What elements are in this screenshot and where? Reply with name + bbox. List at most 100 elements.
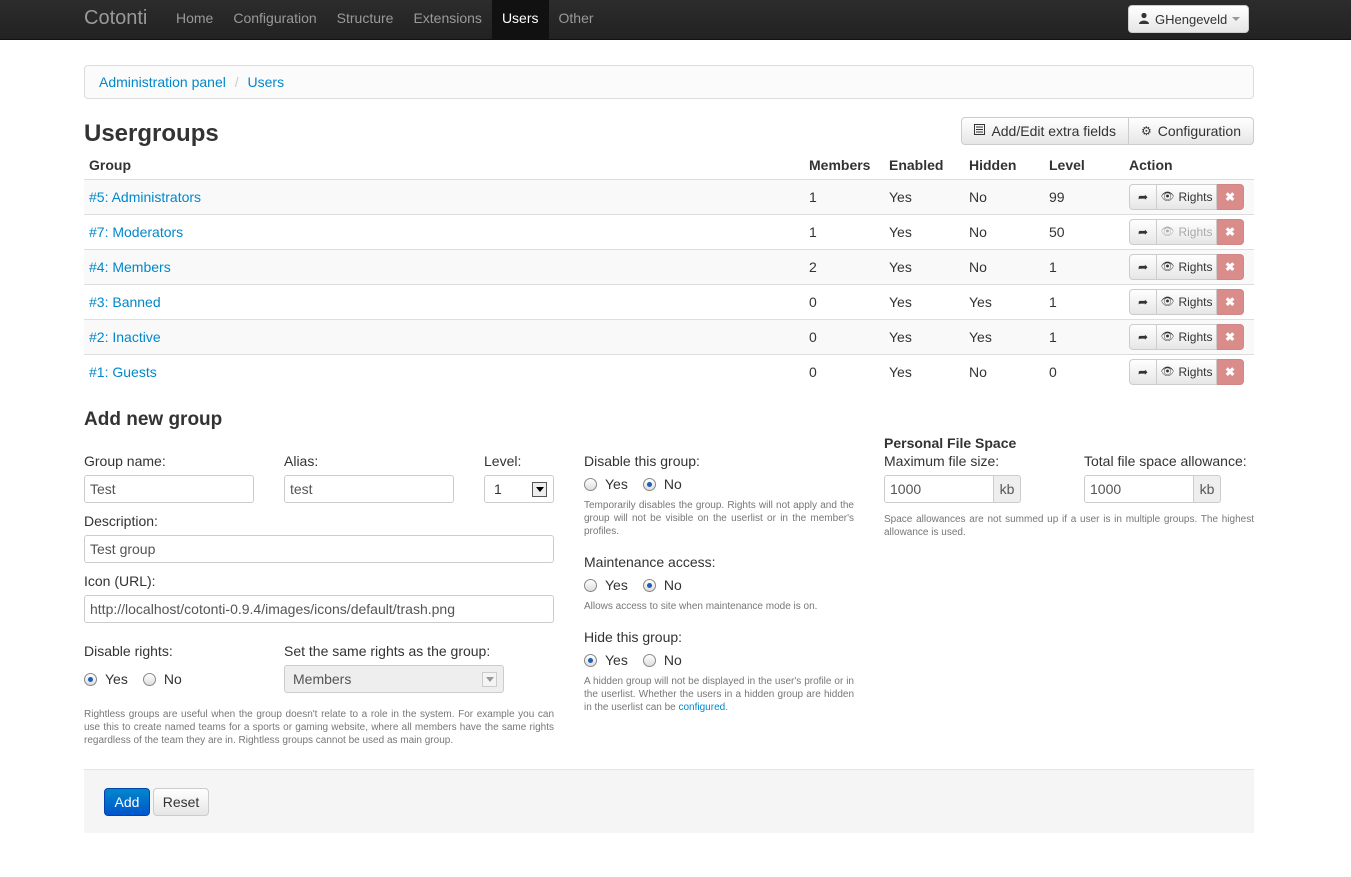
maintenance-yes-label: Yes bbox=[605, 577, 628, 593]
top-navbar: Cotonti Home Configuration Structure Ext… bbox=[0, 0, 1351, 40]
delete-button[interactable]: ✖ bbox=[1217, 253, 1244, 280]
maintenance-yes-radio[interactable] bbox=[584, 578, 597, 592]
rights-button-disabled: 👁 Rights bbox=[1157, 218, 1217, 245]
icon-url-label: Icon (URL): bbox=[84, 573, 156, 589]
level-value: 1 bbox=[1044, 283, 1124, 319]
nav-users[interactable]: Users bbox=[491, 0, 549, 40]
group-link[interactable]: #2: Inactive bbox=[89, 329, 161, 345]
description-input[interactable]: Test group bbox=[84, 535, 554, 563]
delete-button[interactable]: ✖ bbox=[1217, 323, 1244, 350]
delete-button[interactable]: ✖ bbox=[1217, 183, 1244, 210]
disable-group-yes-radio[interactable] bbox=[584, 477, 597, 491]
hide-group-no-label: No bbox=[663, 652, 682, 668]
rights-label: Rights bbox=[1178, 329, 1213, 344]
disable-group-no-radio[interactable] bbox=[642, 477, 656, 491]
breadcrumb-users[interactable]: Users bbox=[248, 74, 285, 90]
nav-other[interactable]: Other bbox=[549, 0, 604, 40]
group-link[interactable]: #1: Guests bbox=[89, 364, 157, 380]
icon-url-input[interactable]: http://localhost/cotonti-0.9.4/images/ic… bbox=[84, 595, 554, 623]
members-count: 0 bbox=[804, 353, 884, 389]
rights-button[interactable]: 👁 Rights bbox=[1157, 288, 1217, 315]
rights-label: Rights bbox=[1178, 364, 1213, 379]
hidden-value: No bbox=[964, 213, 1044, 249]
hide-group-yes-radio[interactable] bbox=[584, 653, 597, 667]
share-arrow-icon: ➦ bbox=[1137, 364, 1149, 379]
row-actions: ➦ 👁 Rights ✖ bbox=[1129, 218, 1249, 245]
brand-logo[interactable]: Cotonti bbox=[84, 7, 147, 30]
configuration-button[interactable]: ⚙ Configuration bbox=[1128, 117, 1254, 145]
rights-button[interactable]: 👁 Rights bbox=[1157, 358, 1217, 385]
eye-icon: 👁 bbox=[1160, 296, 1175, 308]
rights-button[interactable]: 👁 Rights bbox=[1157, 253, 1217, 280]
eye-icon: 👁 bbox=[1160, 226, 1175, 238]
disable-rights-yes-radio[interactable] bbox=[84, 672, 97, 686]
row-actions: ➦ 👁 Rights ✖ bbox=[1129, 253, 1249, 280]
breadcrumb-separator: / bbox=[234, 74, 239, 90]
delete-button[interactable]: ✖ bbox=[1217, 218, 1244, 245]
open-group-button[interactable]: ➦ bbox=[1129, 358, 1157, 385]
close-icon: ✖ bbox=[1224, 224, 1236, 239]
group-name-input[interactable]: Test bbox=[84, 475, 254, 503]
open-group-button[interactable]: ➦ bbox=[1129, 288, 1157, 315]
delete-button[interactable]: ✖ bbox=[1217, 358, 1244, 385]
total-space-input[interactable]: 1000 bbox=[1084, 475, 1194, 503]
hide-group-help: A hidden group will not be displayed in … bbox=[584, 675, 854, 714]
breadcrumb-admin-panel[interactable]: Administration panel bbox=[99, 74, 226, 90]
nav-configuration[interactable]: Configuration bbox=[223, 0, 326, 40]
share-arrow-icon: ➦ bbox=[1137, 329, 1149, 344]
open-group-button[interactable]: ➦ bbox=[1129, 183, 1157, 210]
breadcrumb: Administration panel / Users bbox=[84, 65, 1254, 99]
nav-extensions[interactable]: Extensions bbox=[403, 0, 491, 40]
enabled-value: Yes bbox=[884, 318, 964, 354]
maintenance-no-label: No bbox=[663, 577, 682, 593]
row-actions: ➦ 👁 Rights ✖ bbox=[1129, 358, 1249, 385]
members-count: 0 bbox=[804, 318, 884, 354]
close-icon: ✖ bbox=[1224, 189, 1236, 204]
nav-home[interactable]: Home bbox=[166, 0, 223, 40]
hide-group-label: Hide this group: bbox=[584, 629, 683, 645]
page-title: Usergroups bbox=[84, 120, 219, 147]
rights-button[interactable]: 👁 Rights bbox=[1157, 183, 1217, 210]
group-link[interactable]: #4: Members bbox=[89, 259, 171, 275]
main-nav: Home Configuration Structure Extensions … bbox=[166, 0, 604, 40]
members-count: 1 bbox=[804, 178, 884, 214]
open-group-button[interactable]: ➦ bbox=[1129, 323, 1157, 350]
header-members: Members bbox=[804, 152, 884, 180]
extra-fields-button[interactable]: Add/Edit extra fields bbox=[961, 117, 1129, 145]
group-link[interactable]: #3: Banned bbox=[89, 294, 161, 310]
add-button[interactable]: Add bbox=[104, 788, 150, 816]
hidden-value: Yes bbox=[964, 283, 1044, 319]
maintenance-no-radio[interactable] bbox=[642, 578, 656, 592]
user-menu-button[interactable]: GHengeveld bbox=[1128, 5, 1249, 33]
alias-input[interactable]: test bbox=[284, 475, 454, 503]
max-file-size-group: 1000 kb bbox=[884, 475, 1021, 503]
group-link[interactable]: #7: Moderators bbox=[89, 224, 183, 240]
level-select-value: 1 bbox=[494, 481, 502, 497]
share-arrow-icon: ➦ bbox=[1137, 294, 1149, 309]
header-hidden: Hidden bbox=[964, 152, 1044, 180]
total-space-group: 1000 kb bbox=[1084, 475, 1221, 503]
row-actions: ➦ 👁 Rights ✖ bbox=[1129, 183, 1249, 210]
rights-label: Rights bbox=[1178, 224, 1213, 239]
user-icon bbox=[1138, 12, 1150, 27]
hide-group-help-end: . bbox=[725, 702, 728, 713]
open-group-button[interactable]: ➦ bbox=[1129, 218, 1157, 245]
max-file-size-input[interactable]: 1000 bbox=[884, 475, 994, 503]
disable-rights-no-radio[interactable] bbox=[142, 672, 156, 686]
reset-button[interactable]: Reset bbox=[153, 788, 209, 816]
close-icon: ✖ bbox=[1224, 259, 1236, 274]
open-group-button[interactable]: ➦ bbox=[1129, 253, 1157, 280]
level-value: 0 bbox=[1044, 353, 1124, 389]
rights-button[interactable]: 👁 Rights bbox=[1157, 323, 1217, 350]
max-file-size-unit: kb bbox=[994, 475, 1021, 503]
hide-group-no-radio[interactable] bbox=[642, 653, 656, 667]
disable-rights-yes-label: Yes bbox=[105, 671, 128, 687]
group-name-label: Group name: bbox=[84, 453, 166, 469]
configured-link[interactable]: configured bbox=[679, 702, 726, 713]
delete-button[interactable]: ✖ bbox=[1217, 288, 1244, 315]
level-select[interactable]: 1 bbox=[484, 475, 554, 503]
table-row: #4: Members 2 Yes No 1 ➦ 👁 Rights ✖ bbox=[84, 248, 1254, 284]
group-link[interactable]: #5: Administrators bbox=[89, 189, 201, 205]
nav-structure[interactable]: Structure bbox=[327, 0, 404, 40]
eye-icon: 👁 bbox=[1160, 366, 1175, 379]
